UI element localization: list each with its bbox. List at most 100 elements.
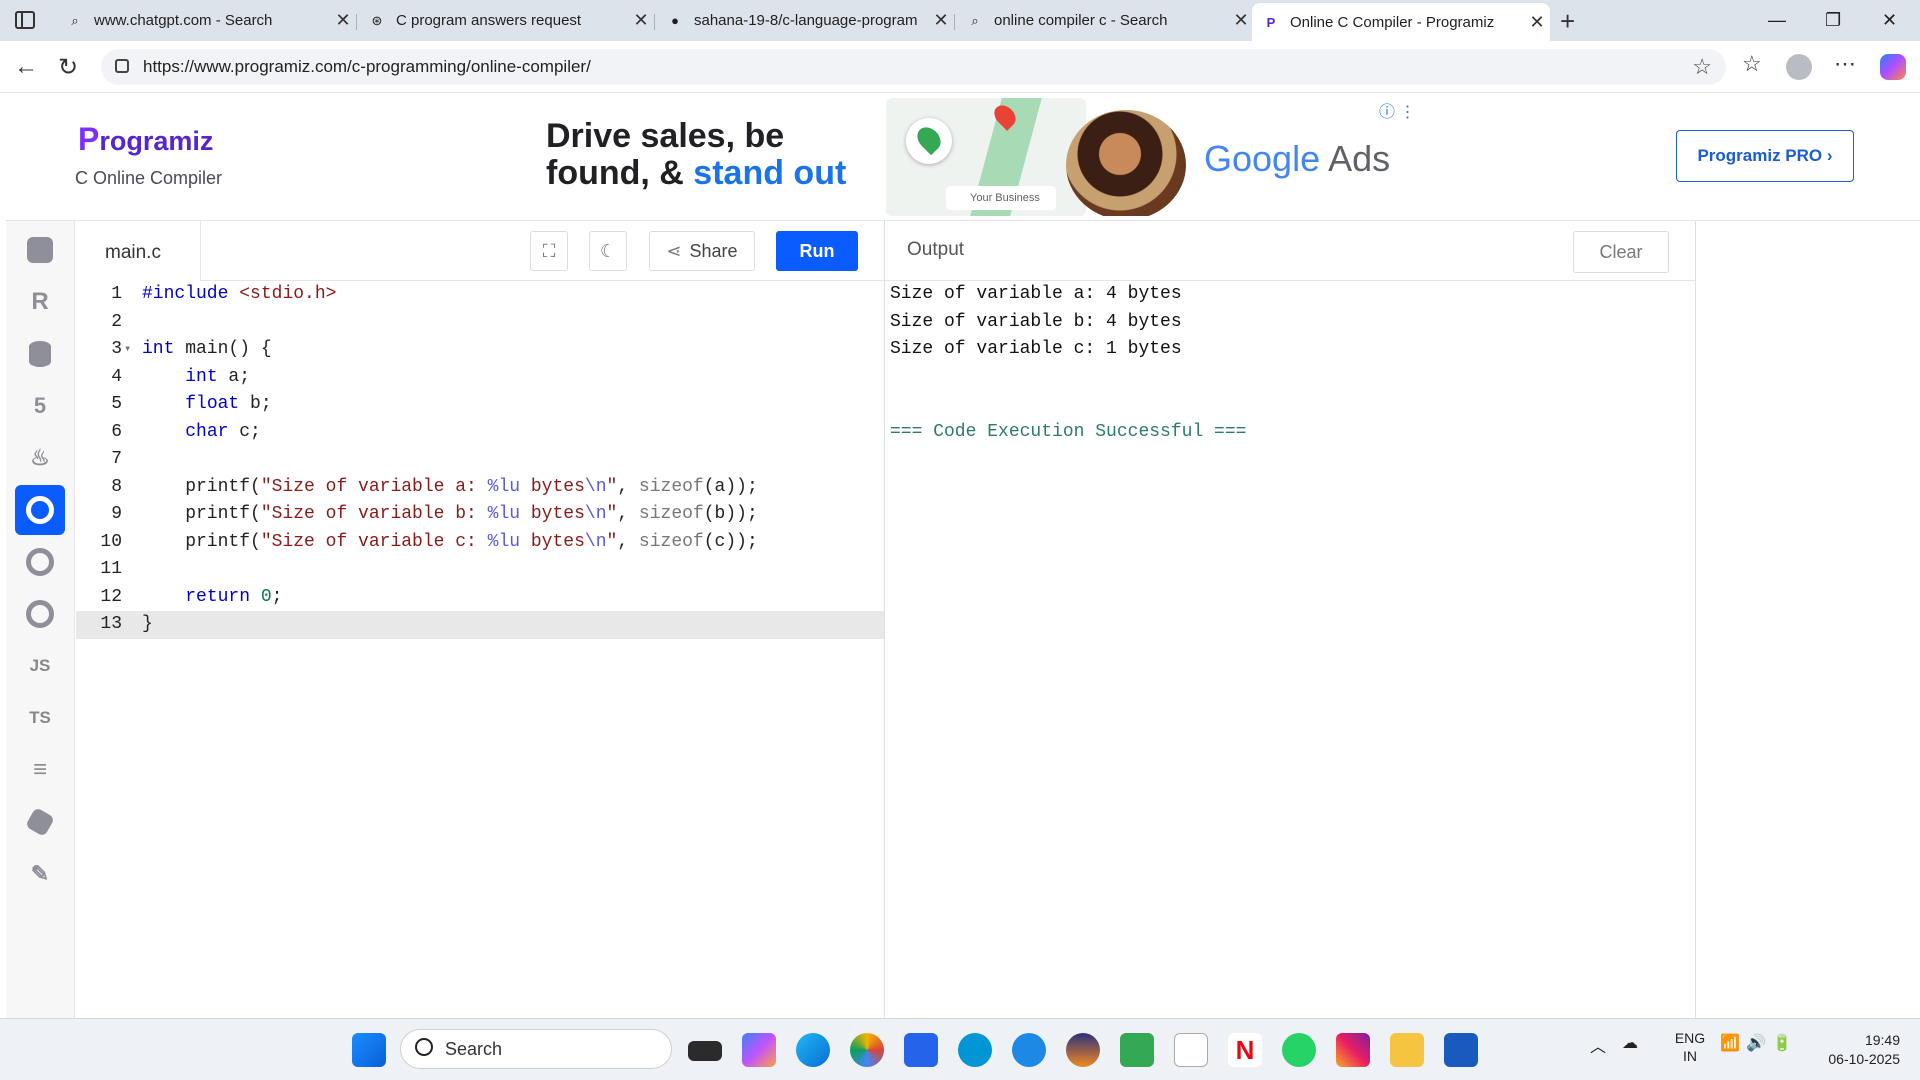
tab-title: sahana-19-8/c-language-program xyxy=(694,12,918,29)
code-line[interactable]: 4 int a; xyxy=(76,364,885,392)
output-line: Size of variable a: 4 bytes xyxy=(890,284,1182,304)
tab-github[interactable]: ● sahana-19-8/c-language-program ✕ xyxy=(656,4,954,37)
close-icon[interactable]: ✕ xyxy=(1524,12,1550,33)
new-tab-icon[interactable]: + xyxy=(1560,6,1575,37)
code-line[interactable]: 2 xyxy=(76,309,885,337)
onedrive-icon[interactable]: ☁ xyxy=(1622,1033,1638,1053)
file-explorer-icon[interactable] xyxy=(1390,1033,1424,1067)
code-line[interactable]: 8 printf("Size of variable a: %lu bytes\… xyxy=(76,474,885,502)
site-header: Programiz C Online Compiler Drive sales,… xyxy=(6,93,1920,221)
code-line[interactable]: 1 #include <stdio.h> xyxy=(76,281,885,309)
code-editor[interactable]: 1 #include <stdio.h> 2 3 ▾ int main() { 4 i… xyxy=(76,281,885,1018)
windows-start-icon[interactable] xyxy=(352,1033,386,1067)
fold-arrow-icon[interactable]: ▾ xyxy=(124,336,131,364)
whatsapp-icon[interactable] xyxy=(1282,1033,1316,1067)
battery-icon[interactable]: 🔋 xyxy=(1772,1033,1792,1053)
code-line[interactable]: 10 printf("Size of variable c: %lu bytes… xyxy=(76,529,885,557)
python-icon[interactable] xyxy=(15,225,65,275)
meet-icon[interactable] xyxy=(1120,1033,1154,1067)
run-button[interactable]: Run xyxy=(776,231,858,271)
programiz-icon: P xyxy=(1266,14,1276,30)
back-icon[interactable]: ← xyxy=(14,53,38,81)
java-icon[interactable]: ♨ xyxy=(15,433,65,483)
notepad-icon[interactable] xyxy=(1174,1033,1208,1067)
close-window-icon[interactable]: ✕ xyxy=(1882,10,1897,31)
copilot-icon[interactable] xyxy=(1880,54,1906,80)
programiz-pro-button[interactable]: Programiz PRO › xyxy=(1676,130,1854,182)
advertisement-banner[interactable]: Drive sales, be found, & stand out Your … xyxy=(546,98,1426,216)
code-line-current[interactable]: 13} xyxy=(76,611,885,639)
tab-programiz[interactable]: P Online C Compiler - Programiz ✕ xyxy=(1252,3,1550,41)
html-icon[interactable]: 5 xyxy=(15,381,65,431)
tab-chatgpt-search[interactable]: ⌕ www.chatgpt.com - Search ✕ xyxy=(56,4,356,37)
url-field[interactable]: https://www.programiz.com/c-programming/… xyxy=(101,49,1726,85)
dark-mode-icon[interactable]: ☾ xyxy=(589,231,627,271)
file-tab-main-c[interactable]: main.c xyxy=(76,221,201,281)
word-icon[interactable] xyxy=(1444,1033,1478,1067)
code-line[interactable]: 3 ▾ int main() { xyxy=(76,336,885,364)
edge-icon[interactable] xyxy=(796,1033,830,1067)
copilot-icon[interactable] xyxy=(742,1033,776,1067)
restore-icon[interactable]: ❐ xyxy=(1825,10,1841,31)
code-line[interactable]: 5 float b; xyxy=(76,391,885,419)
clear-button[interactable]: Clear xyxy=(1573,231,1669,273)
close-icon[interactable]: ✕ xyxy=(330,10,356,31)
tab-chatgpt[interactable]: ⊛ C program answers request ✕ xyxy=(358,4,654,37)
language-indicator[interactable]: ENG IN xyxy=(1670,1029,1710,1065)
stack-icon[interactable]: ≡ xyxy=(15,745,65,795)
sql-icon[interactable] xyxy=(15,329,65,379)
csharp-icon[interactable] xyxy=(15,537,65,587)
output-title: Output xyxy=(907,239,965,260)
task-view-icon[interactable] xyxy=(688,1041,722,1061)
share-icon: ⋖ xyxy=(666,240,682,261)
wifi-icon[interactable]: 📶 xyxy=(1720,1033,1740,1053)
netflix-icon[interactable]: N xyxy=(1228,1033,1262,1067)
programiz-logo[interactable]: Programiz xyxy=(78,121,213,158)
search-icon: ⌕ xyxy=(71,12,79,28)
share-button[interactable]: ⋖ Share xyxy=(649,231,755,271)
hp-icon[interactable] xyxy=(958,1033,992,1067)
store-icon[interactable] xyxy=(904,1033,938,1067)
close-icon[interactable]: ✕ xyxy=(1228,10,1254,31)
execution-status: === Code Execution Successful === xyxy=(890,421,1247,442)
minimize-icon[interactable]: — xyxy=(1768,10,1786,31)
javascript-icon[interactable]: JS xyxy=(15,641,65,691)
output-line: Size of variable c: 1 bytes xyxy=(890,339,1182,359)
clock[interactable]: 19:49 06-10-2025 xyxy=(1800,1031,1900,1069)
taskbar-search[interactable]: Search xyxy=(400,1029,672,1069)
eclipse-icon[interactable] xyxy=(1066,1033,1100,1067)
code-line[interactable]: 12 return 0; xyxy=(76,584,885,612)
tab-title: online compiler c - Search xyxy=(994,12,1168,29)
cpp-icon[interactable] xyxy=(15,589,65,639)
go-icon[interactable]: ✎ xyxy=(15,849,65,899)
instagram-icon[interactable] xyxy=(1336,1033,1370,1067)
close-icon[interactable]: ✕ xyxy=(928,10,954,31)
code-line[interactable]: 6 char c; xyxy=(76,419,885,447)
refresh-icon[interactable]: ↻ xyxy=(58,53,78,82)
help-icon[interactable] xyxy=(1012,1033,1046,1067)
code-line[interactable]: 7 xyxy=(76,446,885,474)
lock-icon[interactable] xyxy=(115,59,129,73)
tab-compiler-search[interactable]: ⌕ online compiler c - Search ✕ xyxy=(956,4,1254,37)
search-icon: ⌕ xyxy=(971,12,979,28)
code-line[interactable]: 9 printf("Size of variable b: %lu bytes\… xyxy=(76,501,885,529)
r-icon[interactable]: R xyxy=(15,277,65,327)
c-icon[interactable] xyxy=(15,485,65,535)
page-subtitle: C Online Compiler xyxy=(75,168,223,188)
swift-icon[interactable] xyxy=(15,797,65,847)
close-icon[interactable]: ✕ xyxy=(628,10,654,31)
tab-actions-icon[interactable] xyxy=(15,11,35,29)
profile-avatar[interactable] xyxy=(1786,54,1812,80)
code-line[interactable]: 11 xyxy=(76,556,885,584)
typescript-icon[interactable]: TS xyxy=(15,693,65,743)
more-icon[interactable]: ⋯ xyxy=(1834,51,1856,77)
chevron-up-icon[interactable]: ︿ xyxy=(1590,1033,1606,1057)
maps-pin-icon xyxy=(906,118,952,164)
favorite-star-icon[interactable]: ☆ xyxy=(1692,49,1712,85)
ad-info-icon[interactable]: ⓘ ⋮ xyxy=(1379,98,1415,122)
fullscreen-icon[interactable]: ⛶ xyxy=(530,231,568,271)
favorites-icon[interactable]: ☆ xyxy=(1742,51,1762,77)
volume-icon[interactable]: 🔊 xyxy=(1746,1033,1766,1053)
photos-icon[interactable] xyxy=(850,1033,884,1067)
clock-time: 19:49 xyxy=(1864,1032,1900,1048)
